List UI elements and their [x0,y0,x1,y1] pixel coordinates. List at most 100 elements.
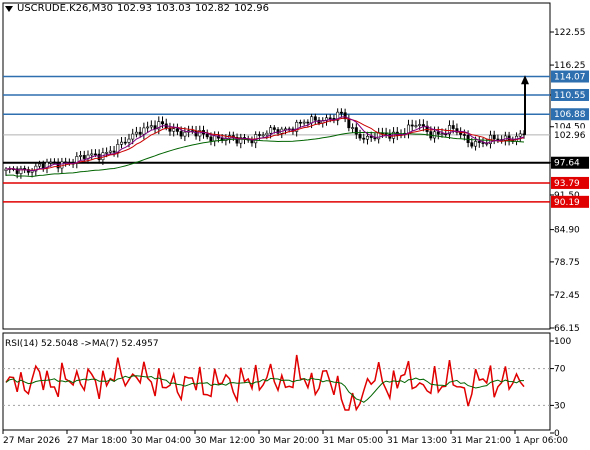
price-axis-label: 122.55 [554,28,586,38]
candle-body [272,127,276,130]
candle-body [298,121,302,124]
candle-body [518,133,522,137]
candle-body [161,121,165,125]
time-axis-label: 1 Apr 06:00 [515,436,568,446]
level-label: 93.79 [554,179,580,189]
candle-body [261,134,265,137]
candle-body [82,155,86,159]
candle-body [93,153,97,156]
time-axis-label: 30 Mar 04:00 [131,436,191,446]
price-chart[interactable]: 122.55116.25110.55104.5097.6491.5084.907… [0,0,590,450]
close-value: 102.96 [233,3,269,14]
candle-body [418,124,422,126]
candle-body [179,131,183,137]
candle-body [205,133,209,138]
candle-body [30,170,34,173]
candle-body [440,133,444,135]
price-axis-label: 116.25 [554,61,586,71]
candle-body [257,134,261,136]
time-axis-label: 31 Mar 21:00 [451,436,511,446]
candle-body [269,127,273,134]
candle-body [213,135,217,142]
level-label: 97.64 [554,159,580,169]
price-axis-label: 84.90 [554,226,580,236]
level-label: 90.19 [554,198,580,208]
candle-body [310,116,314,124]
candle-body [60,161,64,169]
candle-body [134,131,138,135]
symbol-label: USCRUDE.K26,M30 [17,3,113,14]
low-value: 102.82 [194,3,230,14]
candle-body [462,134,466,136]
candle-body [97,153,101,161]
candle-body [172,128,176,132]
candle-body [149,125,153,128]
time-axis-label: 30 Mar 12:00 [195,436,255,446]
rsi-axis-label: 30 [554,401,566,411]
candle-body [123,141,127,144]
rsi-axis-label: 100 [554,337,571,347]
candle-body [306,121,310,124]
candle-body [175,128,179,132]
candle-body [339,111,343,114]
current-price-label: 102.96 [554,131,586,141]
candle-body [302,121,306,124]
candle-body [351,127,355,129]
time-axis-label: 31 Mar 13:00 [387,436,447,446]
price-axis-label: 78.75 [554,258,580,268]
time-axis-label: 27 Mar 2026 [3,436,60,446]
candle-body [52,161,56,164]
price-panel-frame [2,2,551,330]
candle-body [79,155,83,157]
candle-body [265,132,269,136]
candle-body [90,153,94,156]
time-axis-label: 31 Mar 05:00 [323,436,383,446]
candle-body [421,124,425,127]
rsi-axis-label: 70 [554,365,566,375]
collapse-triangle-icon[interactable] [5,5,13,12]
candle-body [313,116,317,121]
candle-body [436,131,440,135]
candle-body [365,136,369,140]
candle-body [38,163,42,167]
candle-body [362,137,366,140]
candle-body [433,131,437,139]
ma-slow-line [5,131,525,178]
price-axis-label: 72.45 [554,291,580,301]
candle-body [183,131,187,137]
candle-body [131,133,135,140]
candle-body [146,126,150,129]
candle-body [492,134,496,140]
candle-body [105,152,109,154]
candle-body [108,150,112,153]
candle-body [474,141,478,147]
chart-title: USCRUDE.K26,M30 102.93 103.03 102.82 102… [5,3,269,14]
candle-body [120,141,124,145]
candle-body [138,131,142,135]
rsi-title: RSI(14) 52.5048 ->MA(7) 52.4957 [5,339,159,349]
price-axis-label: 66.15 [554,324,580,334]
candle-body [127,138,131,143]
rsi-line [5,354,525,412]
candle-body [410,124,414,127]
candle-body [347,118,351,129]
candle-body [142,127,146,135]
candle-body [414,125,418,127]
candle-body [112,150,116,153]
candle-body [328,117,332,120]
candle-body [470,142,474,147]
candle-body [209,136,213,142]
candle-body [49,161,53,164]
open-value: 102.93 [116,3,152,14]
level-label: 110.55 [554,91,586,101]
candle-body [41,163,45,169]
candle-body [451,125,455,129]
level-label: 114.07 [554,73,586,83]
candle-body [369,136,373,138]
candle-body [56,161,60,169]
time-axis-label: 27 Mar 18:00 [67,436,127,446]
time-axis-label: 30 Mar 20:00 [259,436,319,446]
candle-body [477,141,481,143]
high-value: 103.03 [155,3,191,14]
level-label: 106.88 [554,110,586,120]
